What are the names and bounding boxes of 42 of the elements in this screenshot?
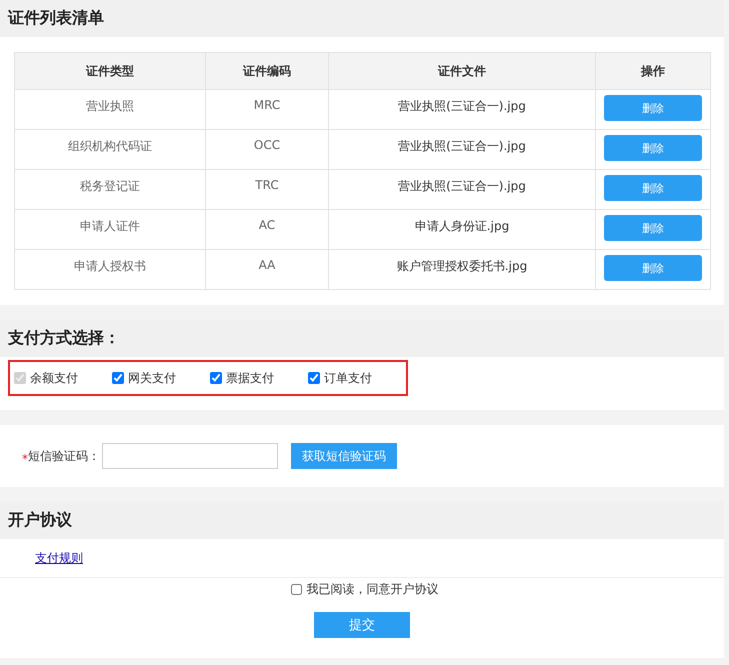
checkbox[interactable] bbox=[112, 372, 124, 384]
get-code-button[interactable]: 获取短信验证码 bbox=[291, 443, 397, 469]
table-cell: MRC bbox=[206, 90, 328, 130]
table-cell: 账户管理授权委托书.jpg bbox=[328, 250, 596, 290]
delete-button[interactable]: 删除 bbox=[604, 135, 702, 161]
required-mark: * bbox=[22, 452, 28, 466]
table-cell: OCC bbox=[206, 130, 328, 170]
checkbox[interactable] bbox=[210, 372, 222, 384]
checkbox-label: 订单支付 bbox=[324, 370, 372, 386]
table-cell: 营业执照(三证合一).jpg bbox=[328, 90, 596, 130]
column-header: 证件类型 bbox=[14, 52, 206, 90]
column-header: 操作 bbox=[596, 52, 710, 90]
checkbox[interactable] bbox=[290, 584, 302, 594]
rules-link[interactable]: 支付规则 bbox=[35, 550, 83, 566]
column-header: 证件文件 bbox=[328, 52, 596, 90]
section-title: 证件列表清单 bbox=[8, 8, 104, 29]
section-title: 开户协议 bbox=[8, 510, 72, 531]
table-cell: 申请人身份证.jpg bbox=[328, 210, 596, 250]
table-cell: 组织机构代码证 bbox=[14, 130, 206, 170]
table-cell: 营业执照(三证合一).jpg bbox=[328, 170, 596, 210]
section-title: 支付方式选择： bbox=[8, 328, 120, 349]
table-cell: TRC bbox=[206, 170, 328, 210]
checkbox-label: 票据支付 bbox=[226, 370, 274, 386]
checkbox-label: 网关支付 bbox=[128, 370, 176, 386]
delete-button[interactable]: 删除 bbox=[604, 175, 702, 201]
table-cell: 申请人证件 bbox=[14, 210, 206, 250]
field-label: 短信验证码： bbox=[28, 448, 100, 464]
table-cell: 税务登记证 bbox=[14, 170, 206, 210]
table-cell: 营业执照(三证合一).jpg bbox=[328, 130, 596, 170]
delete-button[interactable]: 删除 bbox=[604, 255, 702, 281]
checkbox[interactable] bbox=[308, 372, 320, 384]
input-field[interactable] bbox=[102, 443, 278, 469]
checkbox-label: 余额支付 bbox=[30, 370, 78, 386]
column-header: 证件编码 bbox=[206, 52, 328, 90]
delete-button[interactable]: 删除 bbox=[604, 95, 702, 121]
table-cell: AA bbox=[206, 250, 328, 290]
submit-button[interactable]: 提交 bbox=[314, 612, 410, 638]
table-cell: 营业执照 bbox=[14, 90, 206, 130]
checkbox-label: 我已阅读，同意开户协议 bbox=[306, 580, 438, 598]
table-cell: 申请人授权书 bbox=[14, 250, 206, 290]
delete-button[interactable]: 删除 bbox=[604, 215, 702, 241]
table-cell: AC bbox=[206, 210, 328, 250]
